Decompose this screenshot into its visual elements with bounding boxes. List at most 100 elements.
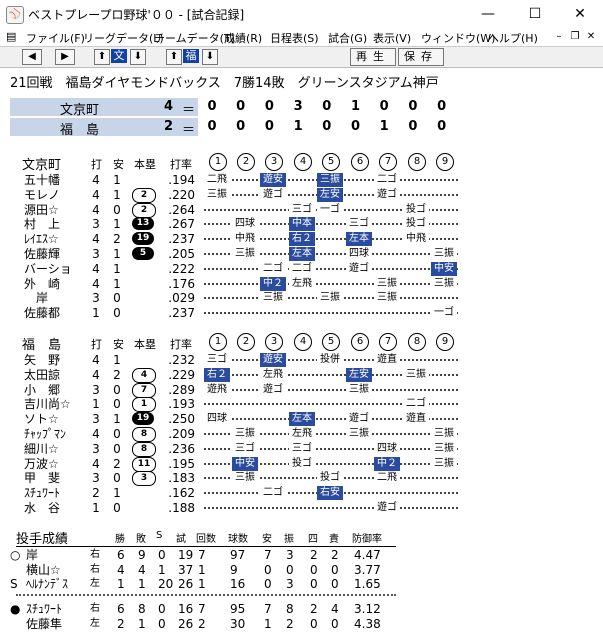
play-button[interactable]: 再生 xyxy=(350,48,396,66)
at-bat-result: 二ゴ xyxy=(403,397,429,412)
batter-row[interactable]: 村 上 3 1 13 .267 四球 中本 三ゴ 投ゴ xyxy=(2,217,601,232)
team2-up-button[interactable]: ⬆ xyxy=(166,49,182,65)
batter-name: 五十幡 xyxy=(24,173,61,187)
batter-row[interactable]: 矢 野 4 1 .232 三ゴ 遊安 投併 遊直 xyxy=(2,353,601,367)
batter-row[interactable]: 佐藤輝 3 1 5 .205 三振 左本 四球 三振 xyxy=(2,247,601,261)
scoreboard-team: 文京町 xyxy=(60,103,100,118)
batter-row[interactable]: 吉川尚☆ 1 0 1 .193 二ゴ xyxy=(2,397,601,413)
pitcher-row[interactable]: S ﾍﾙﾅﾝﾃﾞｽ左 1 1 20 26 1 16 0 3 0 0 1.65 xyxy=(2,577,601,591)
pitcher-np: 95 xyxy=(230,602,246,616)
pitcher-row[interactable]: 横山☆ 右 4 4 1 37 1 9 0 0 0 0 3.77 xyxy=(2,563,601,577)
pitcher-name: 佐藤隼 xyxy=(26,616,63,631)
batter-row[interactable]: 源田☆ 4 0 2 .264 三ゴ 一ゴ 投ゴ xyxy=(2,202,601,218)
pitcher-row[interactable]: ● ｽﾁｭﾜｰﾄ右 6 8 0 16 7 95 7 8 2 4 3.12 xyxy=(2,602,601,616)
pitcher-so: 0 xyxy=(286,562,294,577)
inning-label: 3 xyxy=(265,333,283,351)
batter-row[interactable]: 太田諒 4 2 4 .229 右２ 左飛 左安 三振 xyxy=(2,367,601,383)
batter-hits: 0 xyxy=(113,397,121,412)
pitcher-s: 0 xyxy=(158,602,166,616)
at-bat-result: 三振 xyxy=(204,187,230,202)
batter-row[interactable]: モレノ 4 1 2 .220 三振 遊ゴ 左安 遊ゴ xyxy=(2,187,601,203)
pitcher-h: 0 xyxy=(264,577,272,591)
mdi-restore-icon[interactable]: ❐ xyxy=(568,30,582,43)
prev-game-button[interactable]: ◀ xyxy=(22,49,42,65)
home-run-count: 8 xyxy=(132,427,156,442)
home-run-count: 4 xyxy=(132,367,156,383)
menu-view[interactable]: 表示(V) xyxy=(373,30,411,46)
batter-row[interactable]: 外 崎 4 1 .176 中２ 左飛 三振 三振 xyxy=(2,276,601,291)
batter-row[interactable]: 岸 3 0 .029 三振 三振 三振 xyxy=(2,291,601,306)
inning-score: 1 xyxy=(293,119,303,134)
close-button[interactable]: ✕ xyxy=(557,0,603,28)
menu-records[interactable]: 成績(R) xyxy=(224,30,262,46)
batter-ab: 2 xyxy=(92,486,100,501)
team2-down-button[interactable]: ⬇ xyxy=(202,49,218,65)
at-bat-result: 遊飛 xyxy=(204,382,230,397)
at-bat-result: 三振 xyxy=(346,382,372,397)
batter-row[interactable]: 佐藤都 1 0 .237 一ゴ xyxy=(2,306,601,321)
menu-league-data[interactable]: リーグデータ(L) xyxy=(83,30,164,46)
inning-label: 2 xyxy=(237,333,255,351)
menu-file[interactable]: ファイル(F) xyxy=(26,30,85,46)
batter-row[interactable]: ﾚｲｴｽ☆ 4 2 19 .237 中飛 右２ 左本 中飛 xyxy=(2,232,601,247)
inning-label: 8 xyxy=(408,333,426,351)
team1-label: 文 xyxy=(111,49,127,63)
batter-row[interactable]: 水 谷 1 0 .188 遊ゴ xyxy=(2,501,601,515)
pitcher-row[interactable]: ○ 岸右 6 9 0 19 7 97 7 3 2 2 4.47 xyxy=(2,548,601,562)
menu-window[interactable]: ウィンドウ(W) xyxy=(421,30,495,46)
pitcher-l: 4 xyxy=(138,562,146,577)
dotted-line xyxy=(204,267,458,270)
batter-row[interactable]: 五十幡 4 1 .194 二飛 遊安 三振 二ゴ xyxy=(2,173,601,187)
at-bat-result: 右２ xyxy=(204,367,230,382)
game-header: 21回戦 福島ダイヤモンドバックス 7勝14敗 グリーンスタジアム神戸 xyxy=(10,76,439,91)
team1-up-button[interactable]: ⬆ xyxy=(94,49,110,65)
mdi-minimize-icon[interactable]: – xyxy=(552,30,566,43)
batter-row[interactable]: ﾁｬｯﾌﾟﾏﾝ 4 0 8 .209 三振 左飛 三振 三振 xyxy=(2,427,601,442)
pitcher-hand: 右 xyxy=(90,563,100,575)
batter-ab: 3 xyxy=(92,247,100,261)
at-bat-result: 左安 xyxy=(317,187,343,202)
batter-hits: 0 xyxy=(113,501,121,515)
pitching-header: 試 xyxy=(176,534,186,545)
pitcher-row[interactable]: 佐藤隼左 2 1 0 26 2 30 1 2 0 0 4.38 xyxy=(2,617,601,631)
menu-team-data[interactable]: チームデータ(T) xyxy=(154,30,235,46)
at-bat-result: 四球 xyxy=(374,441,400,456)
batter-row[interactable]: ｽﾁｭﾜｰﾄ 2 1 .162 二ゴ 右安 xyxy=(2,486,601,501)
team1-down-button[interactable]: ⬇ xyxy=(130,49,146,65)
pitcher-hand: 左 xyxy=(90,578,100,589)
batter-name: 小 郷 xyxy=(24,382,61,397)
batter-average: .236 xyxy=(168,441,195,456)
batter-average: .267 xyxy=(168,217,195,232)
pitcher-h: 7 xyxy=(264,602,272,616)
at-bat-result: 二ゴ xyxy=(289,261,315,276)
batter-row[interactable]: 甲 斐 3 0 3 .183 三振 投ゴ 二飛 xyxy=(2,471,601,487)
maximize-button[interactable]: ☐ xyxy=(512,0,558,28)
mdi-close-icon[interactable]: ✕ xyxy=(584,30,598,43)
batter-hits: 0 xyxy=(113,291,121,306)
next-game-button[interactable]: ▶ xyxy=(55,49,75,65)
baseball-app-icon[interactable]: ⚾ xyxy=(6,6,24,24)
menu-help[interactable]: ヘルプ(H) xyxy=(488,30,538,46)
save-button[interactable]: 保存 xyxy=(398,48,444,66)
menu-game[interactable]: 試合(G) xyxy=(328,30,367,46)
at-bat-result: 三ゴ xyxy=(346,217,372,232)
batter-hits: 1 xyxy=(113,187,121,202)
minimize-button[interactable]: — xyxy=(465,0,511,28)
pitcher-h: 0 xyxy=(264,562,272,577)
batter-row[interactable]: バーショ 4 1 .222 二ゴ 二ゴ 遊ゴ 中安 xyxy=(2,261,601,276)
document-icon[interactable]: ▤ xyxy=(6,30,16,43)
inning-score: 1 xyxy=(379,119,389,134)
batter-row[interactable]: ソト☆ 3 1 19 .250 四球 左本 遊ゴ 遊直 xyxy=(2,412,601,427)
menu-schedule[interactable]: 日程表(S) xyxy=(270,30,319,46)
pitcher-ip: 1 xyxy=(198,577,206,591)
at-bat-result: 二ゴ xyxy=(260,261,286,276)
pitcher-so: 8 xyxy=(286,602,294,616)
batter-name: 村 上 xyxy=(24,217,61,232)
batter-row[interactable]: 小 郷 3 0 7 .289 遊飛 遊ゴ 三振 xyxy=(2,382,601,398)
batter-hits: 2 xyxy=(113,367,121,382)
at-bat-result: 遊ゴ xyxy=(374,187,400,202)
pitching-header: 勝 xyxy=(115,534,125,545)
batter-row[interactable]: 万波☆ 4 2 11 .195 中安 投ゴ 中２ 三振 xyxy=(2,456,601,472)
batter-row[interactable]: 細川☆ 3 0 8 .236 三ゴ 三ゴ 四球 三振 xyxy=(2,441,601,457)
window-title: ベストプレープロ野球'００ - [試合記録] xyxy=(28,8,245,22)
